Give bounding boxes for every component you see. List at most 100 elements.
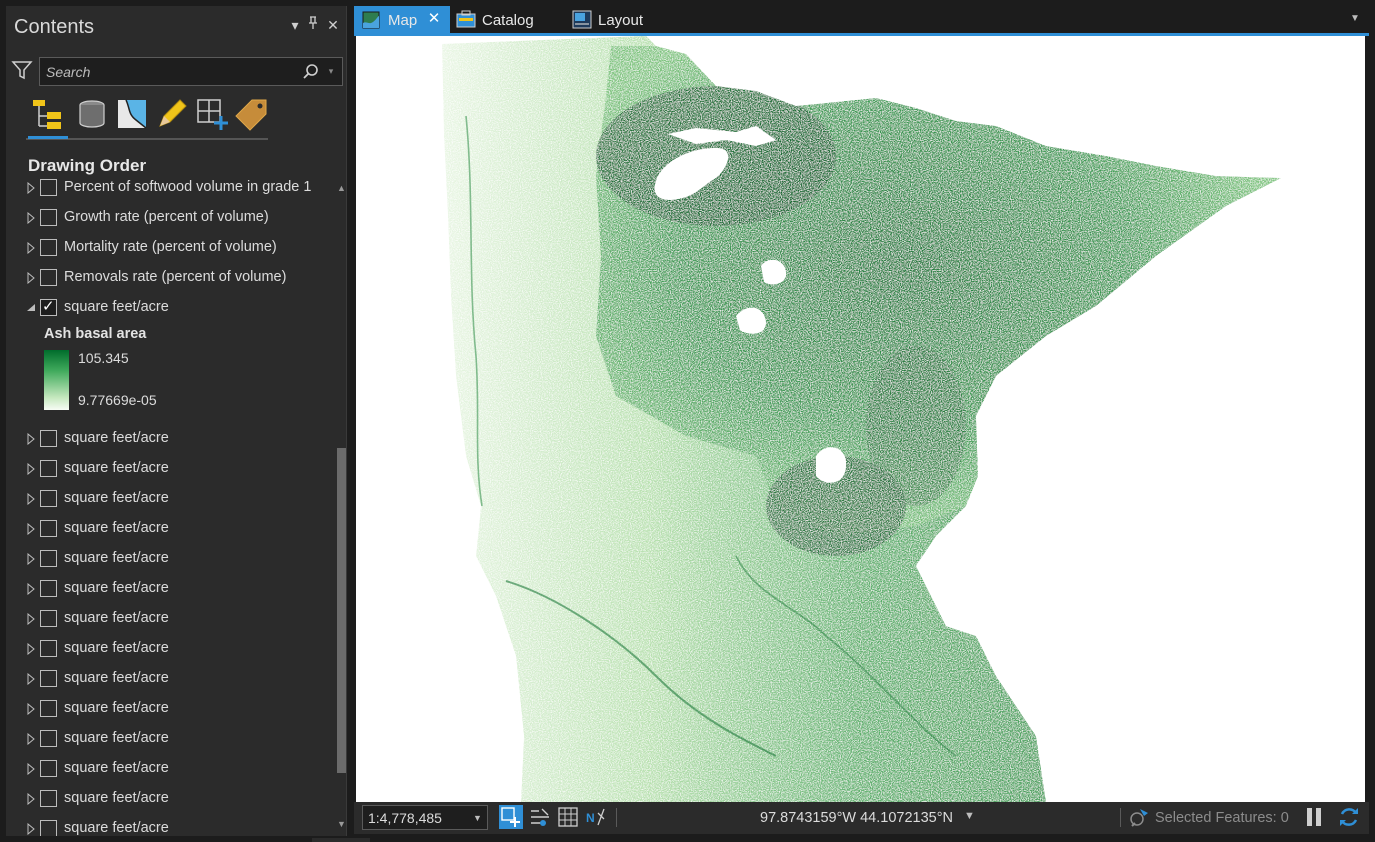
layer-visibility-checkbox[interactable] (40, 550, 57, 567)
tab-catalog[interactable]: Catalog (452, 6, 558, 33)
scale-selector[interactable]: 1:4,778,485 ▼ (362, 805, 488, 830)
layer-row[interactable]: square feet/acre (6, 604, 336, 634)
layer-visibility-checkbox[interactable] (40, 700, 57, 717)
scrollbar-thumb[interactable] (337, 448, 346, 773)
pane-resize-tab[interactable] (312, 838, 370, 842)
map-view[interactable] (356, 36, 1365, 802)
expand-arrow-icon[interactable] (26, 242, 36, 254)
pause-drawing-icon[interactable] (1304, 806, 1324, 828)
list-by-labeling-icon[interactable] (234, 96, 270, 132)
layer-visibility-checkbox[interactable] (40, 730, 57, 747)
layer-row[interactable]: square feet/acre (6, 784, 336, 814)
expand-arrow-icon[interactable] (26, 733, 36, 745)
active-view-indicator (28, 136, 68, 139)
pin-icon[interactable] (304, 16, 322, 34)
layer-visibility-checkbox[interactable] (40, 460, 57, 477)
list-by-snapping-icon[interactable] (194, 96, 230, 132)
layer-visibility-checkbox[interactable] (40, 640, 57, 657)
expand-arrow-icon[interactable] (26, 212, 36, 224)
expand-arrow-icon[interactable] (26, 583, 36, 595)
legend-color-ramp[interactable] (44, 350, 69, 410)
snapping-icon[interactable] (528, 805, 552, 829)
close-icon[interactable]: ✕ (324, 16, 342, 34)
layer-visibility-checkbox[interactable] (40, 490, 57, 507)
list-by-selection-icon[interactable] (114, 96, 150, 132)
layer-visibility-checkbox[interactable] (40, 580, 57, 597)
expand-arrow-icon[interactable] (26, 553, 36, 565)
layer-row[interactable]: Growth rate (percent of volume) (6, 203, 336, 233)
layer-row[interactable]: square feet/acre (6, 754, 336, 784)
layer-visibility-checkbox[interactable] (40, 520, 57, 537)
tabs-overflow-arrow-icon[interactable]: ▼ (1348, 13, 1362, 27)
search-box[interactable]: ▾ (39, 57, 343, 86)
search-input[interactable] (46, 63, 296, 81)
layer-row[interactable]: Mortality rate (percent of volume) (6, 233, 336, 263)
layer-row[interactable]: Removals rate (percent of volume) (6, 263, 336, 293)
filter-icon[interactable] (11, 59, 33, 81)
layer-visibility-checkbox[interactable] (40, 269, 57, 286)
layer-visibility-checkbox[interactable] (40, 239, 57, 256)
contents-scrollbar[interactable]: ▲ ▼ (336, 182, 347, 832)
expand-arrow-icon[interactable] (26, 793, 36, 805)
layer-row[interactable]: square feet/acre (6, 724, 336, 754)
scroll-down-arrow-icon[interactable]: ▼ (337, 820, 346, 829)
expand-arrow-icon[interactable] (26, 703, 36, 715)
collapse-arrow-icon[interactable] (26, 302, 36, 314)
expand-arrow-icon[interactable] (26, 463, 36, 475)
layer-visibility-checkbox[interactable] (40, 820, 57, 837)
expand-arrow-icon[interactable] (26, 433, 36, 445)
layer-row[interactable]: square feet/acre (6, 424, 336, 454)
tab-map[interactable]: Map ✕ (354, 6, 450, 33)
layer-visibility-checkbox[interactable] (40, 430, 57, 447)
list-by-source-icon[interactable] (74, 96, 110, 132)
layer-visibility-checkbox[interactable] (40, 790, 57, 807)
expand-arrow-icon[interactable] (26, 823, 36, 835)
layer-visibility-checkbox[interactable] (40, 610, 57, 627)
contents-pane: Contents ▾ ✕ ▾ (6, 6, 347, 842)
layer-row[interactable]: square feet/acre (6, 544, 336, 574)
tab-layout[interactable]: Layout (568, 6, 668, 33)
close-tab-icon[interactable]: ✕ (426, 10, 442, 28)
expand-arrow-icon[interactable] (26, 493, 36, 505)
north-arrow-icon[interactable]: N (584, 805, 608, 829)
search-icon[interactable] (302, 63, 320, 81)
navigation-mode-icon[interactable] (499, 805, 523, 829)
layer-row[interactable]: square feet/acre (6, 694, 336, 724)
layer-visibility-checkbox[interactable] (40, 179, 57, 196)
layer-label: Mortality rate (percent of volume) (64, 239, 277, 255)
layer-visibility-checkbox[interactable] (40, 670, 57, 687)
svg-text:N: N (586, 811, 595, 825)
layer-visibility-checkbox[interactable] (40, 760, 57, 777)
expand-arrow-icon[interactable] (26, 643, 36, 655)
search-options-arrow-icon[interactable]: ▾ (324, 62, 338, 80)
scroll-up-arrow-icon[interactable]: ▲ (337, 184, 346, 193)
layer-row[interactable]: square feet/acre (6, 514, 336, 544)
expand-arrow-icon[interactable] (26, 763, 36, 775)
expand-arrow-icon[interactable] (26, 182, 36, 194)
layer-visibility-checkbox[interactable] (40, 209, 57, 226)
dropdown-arrow-icon[interactable]: ▾ (286, 16, 304, 34)
layer-row[interactable]: square feet/acre (6, 454, 336, 484)
layer-row[interactable]: square feet/acre (6, 634, 336, 664)
layer-row[interactable]: square feet/acre (6, 574, 336, 604)
layer-row[interactable]: square feet/acre (6, 484, 336, 514)
expand-arrow-icon[interactable] (26, 272, 36, 284)
refresh-icon[interactable] (1336, 804, 1362, 830)
legend-title: Ash basal area (44, 326, 147, 342)
layer-label: square feet/acre (64, 550, 169, 566)
scale-dropdown-arrow-icon[interactable]: ▼ (473, 810, 482, 826)
expand-arrow-icon[interactable] (26, 673, 36, 685)
layer-row-expanded[interactable]: ✓ square feet/acre (6, 293, 336, 323)
list-by-drawing-order-icon[interactable] (30, 96, 66, 132)
layer-visibility-checkbox[interactable]: ✓ (40, 298, 57, 316)
layer-row[interactable]: square feet/acre (6, 664, 336, 694)
coordinates-format-arrow-icon[interactable]: ▼ (964, 810, 975, 822)
layer-row[interactable]: Percent of softwood volume in grade 1 (6, 176, 336, 203)
expand-arrow-icon[interactable] (26, 523, 36, 535)
expand-arrow-icon[interactable] (26, 613, 36, 625)
selected-features-icon[interactable] (1128, 806, 1150, 828)
raster-map[interactable] (356, 36, 1365, 802)
list-by-editing-icon[interactable] (154, 96, 190, 132)
scale-value: 1:4,778,485 (368, 810, 442, 826)
grid-icon[interactable] (556, 805, 580, 829)
